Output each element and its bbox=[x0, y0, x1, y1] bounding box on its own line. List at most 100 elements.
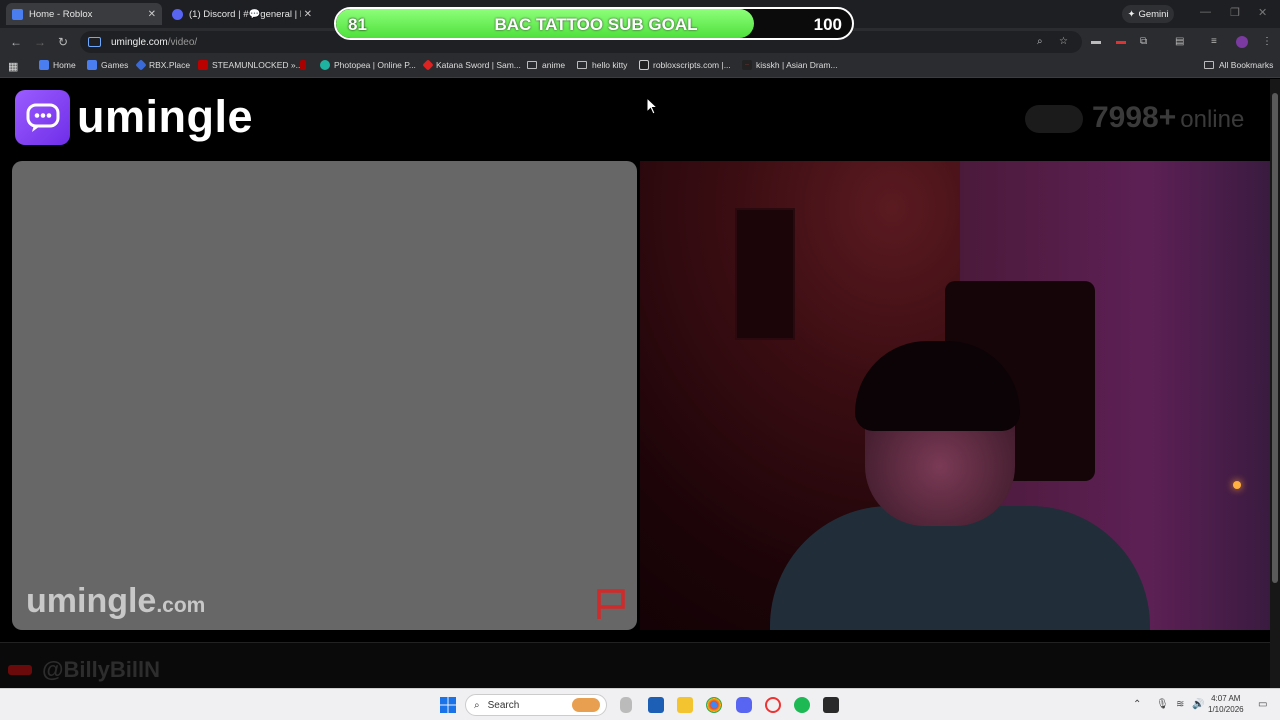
scrollbar[interactable] bbox=[1270, 79, 1280, 688]
watermark-main: umingle bbox=[26, 582, 157, 620]
tab-label: Home - Roblox bbox=[29, 8, 93, 20]
roblox-icon bbox=[39, 60, 49, 70]
bookmark-katana[interactable]: Katana Sword | Sam... bbox=[422, 59, 521, 71]
search-highlight-icon bbox=[572, 698, 600, 712]
bookmarks-bar: ▦ Home Games RBX.Place STEAMUNLOCKED »..… bbox=[0, 56, 1280, 78]
bookmark-label: Games bbox=[101, 60, 129, 70]
folder-icon bbox=[527, 61, 537, 69]
tray-overflow-icon[interactable]: ⌃ bbox=[1133, 699, 1141, 710]
scrollbar-thumb[interactable] bbox=[1272, 93, 1278, 583]
volume-icon[interactable]: 🔊 bbox=[1192, 699, 1204, 710]
puzzle-icon[interactable]: ⧉ bbox=[1140, 36, 1147, 47]
spotify-icon[interactable] bbox=[794, 697, 810, 713]
back-icon[interactable]: ← bbox=[10, 35, 22, 49]
bookmark-home[interactable]: Home bbox=[39, 60, 76, 70]
media-icon[interactable]: ≡ bbox=[1211, 36, 1217, 47]
bookmark-games[interactable]: Games bbox=[87, 60, 128, 70]
notifications-icon[interactable]: ▭ bbox=[1258, 699, 1267, 710]
bookmark-label: hello kitty bbox=[592, 60, 628, 70]
app-icon-blue[interactable] bbox=[648, 697, 664, 713]
goal-target: 100 bbox=[813, 15, 842, 34]
report-flag-icon[interactable] bbox=[595, 587, 629, 621]
bookmark-star-icon[interactable]: ☆ bbox=[1059, 36, 1068, 47]
red-bookmark-icon bbox=[300, 60, 306, 70]
bookmark-label: kisskh | Asian Dram... bbox=[756, 60, 838, 70]
mouse-cursor-icon bbox=[646, 97, 658, 115]
folder-icon bbox=[577, 61, 587, 69]
profile-avatar[interactable] bbox=[1236, 36, 1248, 48]
discord-icon bbox=[172, 8, 183, 20]
url-path: /video/ bbox=[167, 36, 198, 48]
umingle-page: umingle 7998+ online umingle.com @BillyBi… bbox=[0, 79, 1270, 688]
bookmark-label: Photopea | Online P... bbox=[334, 60, 416, 70]
windows-start-icon[interactable] bbox=[440, 697, 456, 713]
bookmark-label: anime bbox=[542, 60, 566, 70]
sub-goal-overlay: 81 BAC TATTOO SUB GOAL 100 bbox=[334, 7, 854, 40]
bookmark-photopea[interactable]: Photopea | Online P... bbox=[320, 60, 416, 70]
menu-icon[interactable]: ⋮ bbox=[1262, 36, 1272, 47]
clock[interactable]: 4:07 AM 1/10/2026 bbox=[1208, 693, 1244, 715]
discord-icon[interactable] bbox=[736, 697, 752, 713]
chrome-icon[interactable] bbox=[706, 697, 722, 713]
site-info-icon[interactable] bbox=[88, 37, 101, 47]
bookmark-hello-kitty[interactable]: hello kitty bbox=[577, 60, 627, 70]
clock-date: 1/10/2026 bbox=[1208, 705, 1244, 714]
bookmark-kisskh[interactable]: ·· kisskh | Asian Dram... bbox=[742, 60, 838, 70]
umingle-logo-icon[interactable] bbox=[15, 90, 70, 145]
watermark: umingle.com bbox=[26, 582, 205, 621]
self-camera-video bbox=[640, 161, 1270, 630]
bookmark-anime[interactable]: anime bbox=[527, 60, 565, 70]
bookmark-red[interactable] bbox=[300, 60, 310, 70]
forward-icon[interactable]: → bbox=[34, 35, 46, 49]
close-icon[interactable]: ✕ bbox=[304, 9, 312, 20]
wall-frame bbox=[735, 208, 795, 340]
tab-roblox[interactable]: Home - Roblox ✕ bbox=[6, 3, 162, 25]
chat-bubble-icon bbox=[26, 103, 59, 132]
kisskh-icon: ·· bbox=[742, 60, 752, 70]
zoom-icon[interactable]: ⌕ bbox=[1037, 36, 1043, 47]
youtube-icon bbox=[8, 665, 32, 675]
bookmark-robloxscripts[interactable]: robloxscripts.com |... bbox=[639, 60, 731, 70]
bookmark-rbxplace[interactable]: RBX.Place bbox=[135, 59, 190, 71]
steamunlocked-icon bbox=[198, 60, 208, 70]
clock-time: 4:07 AM bbox=[1211, 694, 1241, 703]
online-label: online bbox=[1180, 106, 1245, 133]
bookmark-steamunlocked[interactable]: STEAMUNLOCKED »... bbox=[198, 60, 303, 70]
file-explorer-icon[interactable] bbox=[677, 697, 693, 713]
roblox-icon bbox=[87, 60, 97, 70]
gemini-button[interactable]: ✦ Gemini bbox=[1122, 5, 1174, 23]
maximize-icon[interactable]: ❐ bbox=[1230, 6, 1240, 19]
reload-icon[interactable]: ↻ bbox=[58, 35, 68, 49]
sidepanel-icon[interactable]: ▤ bbox=[1175, 36, 1184, 47]
online-number: 7998+ bbox=[1092, 101, 1177, 134]
extension-icon[interactable]: ▬ bbox=[1091, 36, 1101, 47]
all-bookmarks[interactable]: All Bookmarks bbox=[1204, 60, 1273, 70]
search-placeholder: Search bbox=[487, 699, 520, 711]
close-icon[interactable]: ✕ bbox=[148, 9, 156, 20]
roblox-icon bbox=[12, 8, 23, 20]
microphone-icon[interactable]: 🎙 bbox=[1156, 699, 1169, 710]
bookmark-label: STEAMUNLOCKED »... bbox=[212, 60, 303, 70]
streamer-handle: @BillyBillN bbox=[42, 657, 161, 682]
tab-discord[interactable]: (1) Discord | #💬general | Bill A ✕ bbox=[166, 3, 318, 25]
extension-red-icon[interactable]: ▬ bbox=[1116, 36, 1126, 47]
url-host: umingle.com bbox=[111, 36, 168, 48]
close-window-icon[interactable]: ✕ bbox=[1258, 6, 1267, 19]
bookmark-label: Katana Sword | Sam... bbox=[436, 60, 521, 70]
online-toggle[interactable] bbox=[1025, 105, 1083, 133]
chat-bar[interactable] bbox=[0, 642, 1270, 688]
sparkle-icon: ✦ bbox=[1127, 8, 1136, 20]
wifi-icon[interactable]: ≋ bbox=[1176, 699, 1184, 710]
site-logo-text[interactable]: umingle bbox=[77, 91, 253, 143]
taskbar-search[interactable]: ⌕ Search bbox=[465, 694, 607, 716]
opera-icon[interactable] bbox=[765, 697, 781, 713]
app-icon-dark[interactable] bbox=[823, 697, 839, 713]
rbxplace-icon bbox=[135, 59, 147, 71]
search-icon: ⌕ bbox=[474, 699, 480, 711]
watermark-tld: .com bbox=[156, 594, 206, 617]
minimize-icon[interactable]: — bbox=[1200, 6, 1211, 18]
widgets-icon[interactable] bbox=[620, 697, 632, 713]
goal-title: BAC TATTOO SUB GOAL bbox=[494, 15, 698, 34]
stranger-video: umingle.com bbox=[12, 161, 637, 630]
apps-icon[interactable]: ▦ bbox=[8, 60, 18, 73]
